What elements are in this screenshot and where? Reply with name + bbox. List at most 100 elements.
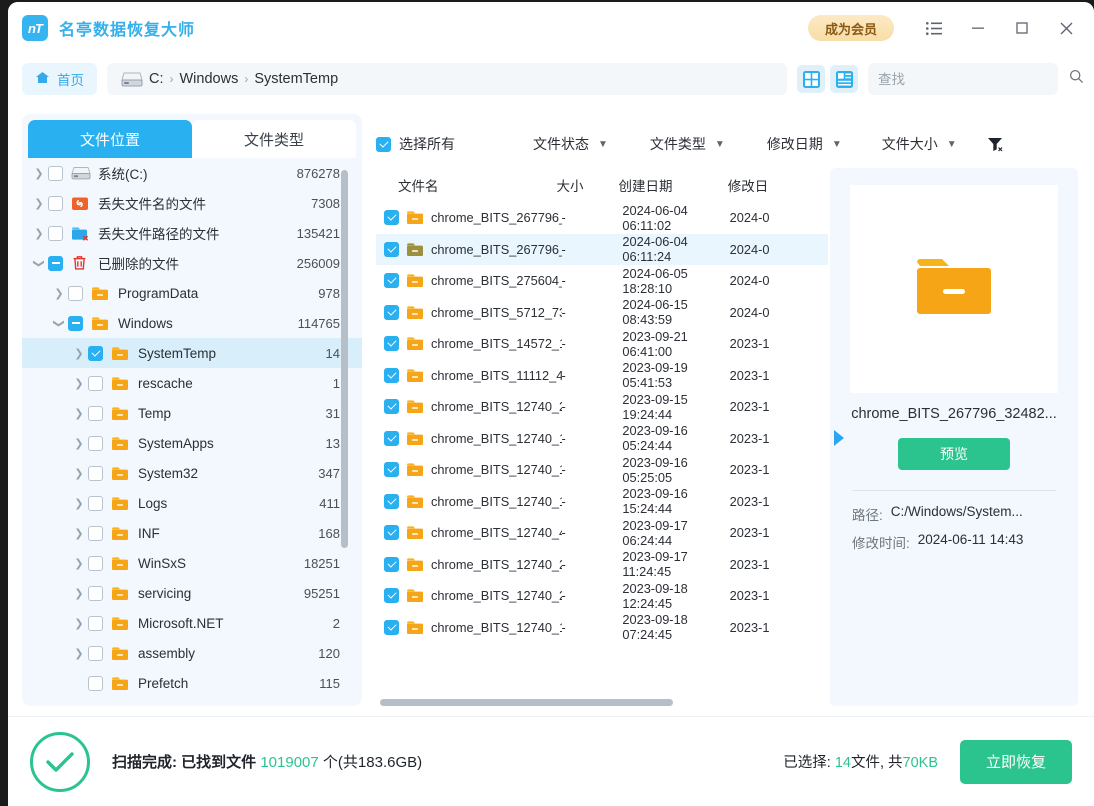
filter-file-status[interactable]: 文件状态 ▼ xyxy=(533,134,608,154)
tree-item-windows[interactable]: ❯ Windows 114765 xyxy=(22,308,362,338)
column-header-size[interactable]: 大小 xyxy=(557,175,619,195)
row-checkbox[interactable] xyxy=(384,336,399,352)
preview-button[interactable]: 预览 xyxy=(898,438,1010,470)
tree-item-checkbox[interactable] xyxy=(88,585,103,601)
chevron-right-icon[interactable]: ❯ xyxy=(70,437,88,450)
maximize-icon[interactable] xyxy=(1000,11,1044,45)
tree-item-checkbox[interactable] xyxy=(88,615,103,631)
chevron-right-icon[interactable]: ❯ xyxy=(50,287,68,300)
row-checkbox[interactable] xyxy=(384,556,399,572)
filter-clear-icon[interactable] xyxy=(987,136,1003,152)
table-row[interactable]: chrome_BITS_5712_7371...- 2024-06-15 08:4… xyxy=(376,297,828,329)
table-row[interactable]: chrome_BITS_12740_170...- 2023-09-18 07:2… xyxy=(376,612,828,644)
tree-item-checkbox[interactable] xyxy=(88,675,103,691)
select-all-checkbox[interactable]: 选择所有 xyxy=(376,134,455,154)
tree-item-inf[interactable]: ❯ INF 168 xyxy=(22,518,362,548)
tree-item-servicing[interactable]: ❯ servicing 95251 xyxy=(22,578,362,608)
table-row[interactable]: chrome_BITS_11112_488...- 2023-09-19 05:4… xyxy=(376,360,828,392)
row-checkbox[interactable] xyxy=(384,399,399,415)
breadcrumb-item-2[interactable]: SystemTemp xyxy=(254,71,338,87)
tab-file-location[interactable]: 文件位置 xyxy=(28,120,192,158)
tree-item-checkbox[interactable] xyxy=(48,165,63,181)
tree-item-prefetch[interactable]: Prefetch 115 xyxy=(22,668,362,698)
filter-modified-date[interactable]: 修改日期 ▼ xyxy=(767,134,842,154)
column-header-filename[interactable]: 文件名 xyxy=(376,175,557,195)
tree-item-[interactable]: ❯ 丢失文件路径的文件 135421 xyxy=(22,218,362,248)
search-input[interactable] xyxy=(878,71,1055,87)
filter-file-size[interactable]: 文件大小 ▼ xyxy=(882,134,957,154)
table-row[interactable]: chrome_BITS_12740_265...- 2023-09-17 11:2… xyxy=(376,549,828,581)
tree-item-temp[interactable]: ❯ Temp 31 xyxy=(22,398,362,428)
close-icon[interactable] xyxy=(1044,11,1088,45)
breadcrumb-item-0[interactable]: C: xyxy=(149,71,164,87)
tree-item-checkbox[interactable] xyxy=(88,555,103,571)
column-header-created[interactable]: 创建日期 xyxy=(618,175,727,195)
tree-item-checkbox[interactable] xyxy=(68,285,83,301)
table-row[interactable]: chrome_BITS_12740_180...- 2023-09-16 15:2… xyxy=(376,486,828,518)
row-checkbox[interactable] xyxy=(384,619,399,635)
table-row[interactable]: chrome_BITS_12740_173...- 2023-09-16 05:2… xyxy=(376,454,828,486)
chevron-right-icon[interactable]: ❯ xyxy=(30,167,48,180)
table-row[interactable]: chrome_BITS_267796_32...- 2024-06-04 06:1… xyxy=(376,233,828,265)
tree-item-checkbox[interactable] xyxy=(88,405,103,421)
row-checkbox[interactable] xyxy=(384,588,399,604)
row-checkbox[interactable] xyxy=(384,462,399,478)
tree-item-checkbox[interactable] xyxy=(68,315,83,331)
list-menu-icon[interactable] xyxy=(912,11,956,45)
chevron-right-icon[interactable]: ❯ xyxy=(70,407,88,420)
detail-view-icon[interactable] xyxy=(830,65,858,93)
tree-item-microsoft-net[interactable]: ❯ Microsoft.NET 2 xyxy=(22,608,362,638)
grid-view-icon[interactable] xyxy=(797,65,825,93)
select-all-checkbox-box[interactable] xyxy=(376,136,391,152)
table-row[interactable]: chrome_BITS_275604_21...- 2024-06-05 18:2… xyxy=(376,265,828,297)
collapse-panel-triangle-icon[interactable] xyxy=(834,430,844,446)
tree-vertical-scrollbar[interactable] xyxy=(341,170,348,548)
breadcrumb-item-1[interactable]: Windows xyxy=(180,71,239,87)
chevron-right-icon[interactable]: ❯ xyxy=(30,197,48,210)
tree-item-checkbox[interactable] xyxy=(88,645,103,661)
tree-item-checkbox[interactable] xyxy=(88,525,103,541)
tree-item-checkbox[interactable] xyxy=(88,375,103,391)
tree-item-checkbox[interactable] xyxy=(48,255,63,271)
become-member-button[interactable]: 成为会员 xyxy=(807,15,894,41)
tree-item-winsxs[interactable]: ❯ WinSxS 18251 xyxy=(22,548,362,578)
table-row[interactable]: chrome_BITS_12740_264...- 2023-09-15 19:2… xyxy=(376,391,828,423)
search-icon[interactable] xyxy=(1069,69,1084,89)
tree-item-rescache[interactable]: ❯ rescache 1 xyxy=(22,368,362,398)
chevron-right-icon[interactable]: ❯ xyxy=(70,647,88,660)
file-table-horizontal-scrollbar[interactable] xyxy=(380,699,673,706)
tree-item-checkbox[interactable] xyxy=(48,195,63,211)
chevron-right-icon[interactable]: ❯ xyxy=(70,467,88,480)
tree-item-checkbox[interactable] xyxy=(88,435,103,451)
tree-item-programdata[interactable]: ❯ ProgramData 978 xyxy=(22,278,362,308)
chevron-down-icon[interactable]: ❯ xyxy=(33,254,46,272)
row-checkbox[interactable] xyxy=(384,210,399,226)
column-header-modified[interactable]: 修改日 xyxy=(728,175,828,195)
row-checkbox[interactable] xyxy=(384,273,399,289)
row-checkbox[interactable] xyxy=(384,241,399,257)
search-box[interactable] xyxy=(868,63,1084,95)
tree-item-logs[interactable]: ❯ Logs 411 xyxy=(22,488,362,518)
table-row[interactable]: chrome_BITS_12740_466...- 2023-09-17 06:2… xyxy=(376,517,828,549)
tree-item-assembly[interactable]: ❯ assembly 120 xyxy=(22,638,362,668)
table-row[interactable]: chrome_BITS_12740_185...- 2023-09-16 05:2… xyxy=(376,423,828,455)
minimize-icon[interactable] xyxy=(956,11,1000,45)
tree-item-c[interactable]: ❯ 系统(C:) 876278 xyxy=(22,158,362,188)
tree-item-system32[interactable]: ❯ System32 347 xyxy=(22,458,362,488)
tab-file-type[interactable]: 文件类型 xyxy=(192,120,356,158)
table-row[interactable]: chrome_BITS_12740_200...- 2023-09-18 12:2… xyxy=(376,580,828,612)
row-checkbox[interactable] xyxy=(384,430,399,446)
tree-item-checkbox[interactable] xyxy=(88,465,103,481)
filter-file-type[interactable]: 文件类型 ▼ xyxy=(650,134,725,154)
tree-item-[interactable]: ❯ 已删除的文件 256009 xyxy=(22,248,362,278)
tree-item-checkbox[interactable] xyxy=(88,495,103,511)
tree-item-checkbox[interactable] xyxy=(48,225,63,241)
chevron-right-icon[interactable]: ❯ xyxy=(70,587,88,600)
tree-item-[interactable]: ❯ 丢失文件名的文件 7308 xyxy=(22,188,362,218)
table-row[interactable]: chrome_BITS_14572_121...- 2023-09-21 06:4… xyxy=(376,328,828,360)
row-checkbox[interactable] xyxy=(384,367,399,383)
chevron-right-icon[interactable]: ❯ xyxy=(30,227,48,240)
chevron-right-icon[interactable]: ❯ xyxy=(70,557,88,570)
chevron-right-icon[interactable]: ❯ xyxy=(70,527,88,540)
chevron-down-icon[interactable]: ❯ xyxy=(53,314,66,332)
